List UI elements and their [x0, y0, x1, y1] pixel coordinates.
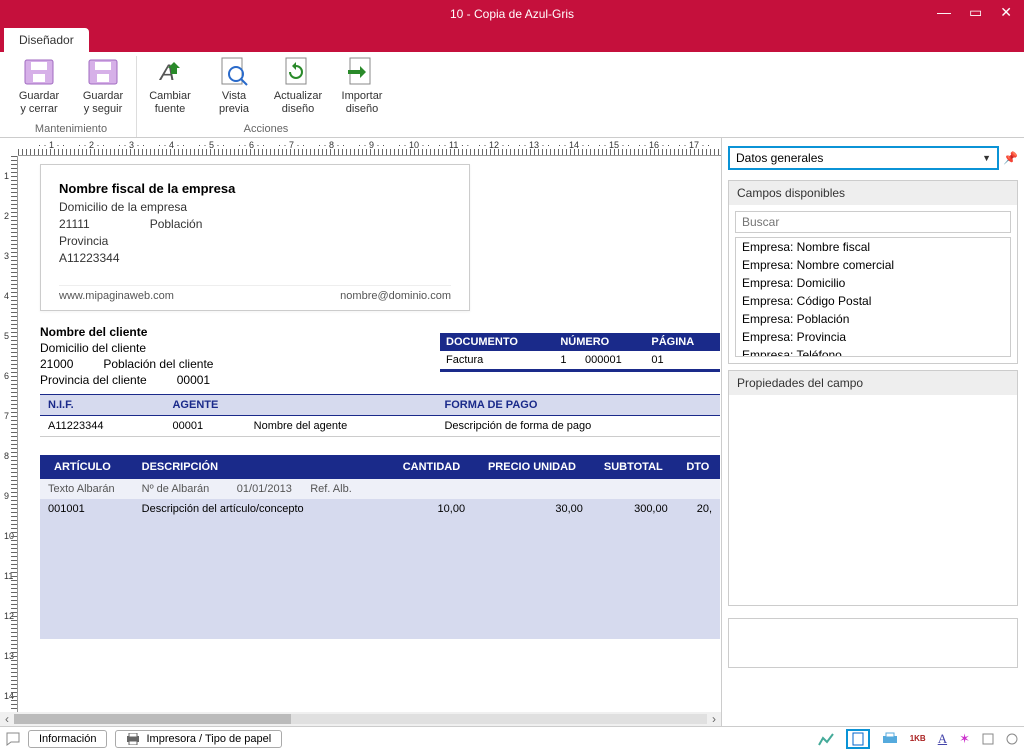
company-email: nombre@dominio.com: [340, 290, 451, 302]
company-address: Domicilio de la empresa: [59, 200, 451, 214]
refresh-doc-icon: [282, 56, 314, 88]
field-list[interactable]: Empresa: Nombre fiscalEmpresa: Nombre co…: [735, 237, 1011, 357]
magnifier-icon: [218, 56, 250, 88]
tab-strip: Diseñador: [0, 28, 1024, 52]
client-province: Provincia del cliente: [40, 373, 147, 387]
doc-corner-icon[interactable]: [6, 732, 20, 746]
change-font-button[interactable]: A Cambiar fuente: [143, 56, 197, 116]
properties-panel: Datos generales ▼ 📌 Campos disponibles E…: [722, 138, 1024, 726]
field-list-item[interactable]: Empresa: Provincia: [736, 328, 1010, 346]
close-icon[interactable]: ✕: [1000, 4, 1012, 21]
field-list-item[interactable]: Empresa: Nombre comercial: [736, 256, 1010, 274]
ribbon-group-maintenance: Guardar y cerrar Guardar y seguir Manten…: [6, 56, 137, 137]
ribbon-group-label: Mantenimiento: [35, 121, 107, 137]
chevron-down-icon: ▼: [982, 153, 991, 163]
field-list-item[interactable]: Empresa: Domicilio: [736, 274, 1010, 292]
available-fields-panel: Campos disponibles Empresa: Nombre fisca…: [728, 180, 1018, 364]
col-doc: DOCUMENTO: [440, 333, 554, 351]
properties-body[interactable]: [729, 395, 1017, 605]
import-design-button[interactable]: Importar diseño: [335, 56, 389, 116]
field-list-item[interactable]: Empresa: Nombre fiscal: [736, 238, 1010, 256]
client-city: Población del cliente: [103, 357, 213, 371]
save-close-button[interactable]: Guardar y cerrar: [12, 56, 66, 116]
tray-page-icon[interactable]: [846, 729, 870, 749]
company-taxid: A11223344: [59, 251, 451, 265]
items-table[interactable]: ARTÍCULO DESCRIPCIÓN CANTIDAD PRECIO UNI…: [40, 455, 720, 639]
nif-table[interactable]: N.I.F. AGENTE FORMA DE PAGO A11223344 00…: [40, 394, 720, 437]
printer-button[interactable]: Impresora / Tipo de papel: [115, 730, 282, 748]
tray-chart-icon[interactable]: [818, 732, 834, 746]
save-continue-icon: [87, 56, 119, 88]
table-row-meta: Texto Albarán Nº de Albarán 01/01/2013 R…: [40, 479, 720, 499]
scroll-right-icon[interactable]: ›: [707, 712, 721, 726]
import-doc-icon: [346, 56, 378, 88]
save-close-icon: [23, 56, 55, 88]
field-list-item[interactable]: Empresa: Teléfono: [736, 346, 1010, 357]
doc-header[interactable]: DOCUMENTO NÚMERO PÁGINA Factura 1 000001…: [440, 333, 720, 372]
ribbon: Guardar y cerrar Guardar y seguir Manten…: [0, 52, 1024, 138]
col-num: NÚMERO: [554, 333, 645, 351]
update-design-button[interactable]: Actualizar diseño: [271, 56, 325, 116]
company-web: www.mipaginaweb.com: [59, 290, 174, 302]
tray-star-icon[interactable]: ✶: [959, 731, 970, 747]
design-canvas[interactable]: · · 1 · ·· · 2 · ·· · 3 · ·· · 4 · ·· · …: [0, 138, 722, 726]
printer-icon: [126, 733, 140, 745]
company-province: Provincia: [59, 234, 451, 248]
ribbon-group-actions: A Cambiar fuente Vista previa Actualizar…: [137, 56, 395, 137]
maximize-icon[interactable]: ▭: [969, 4, 982, 21]
pin-icon[interactable]: 📌: [1003, 151, 1018, 165]
client-code: 00001: [177, 373, 210, 387]
company-city: Población: [150, 217, 203, 231]
minimize-icon[interactable]: —: [937, 4, 951, 21]
status-tray: 1KB A ✶: [818, 729, 1018, 749]
tray-print-icon[interactable]: [882, 732, 898, 746]
save-continue-button[interactable]: Guardar y seguir: [76, 56, 130, 116]
field-list-item[interactable]: Empresa: Código Postal: [736, 292, 1010, 310]
status-bar: Información Impresora / Tipo de papel 1K…: [0, 726, 1024, 750]
tray-square-icon[interactable]: [982, 733, 994, 745]
field-properties-panel: Propiedades del campo: [728, 370, 1018, 606]
ruler-horizontal: · · 1 · ·· · 2 · ·· · 3 · ·· · 4 · ·· · …: [18, 138, 721, 156]
tab-designer[interactable]: Diseñador: [4, 28, 89, 52]
tray-underline-icon[interactable]: A: [938, 731, 947, 747]
company-name: Nombre fiscal de la empresa: [59, 181, 451, 196]
tray-size-icon[interactable]: 1KB: [910, 734, 926, 743]
window-title: 10 - Copia de Azul-Gris: [450, 7, 574, 21]
report-page[interactable]: Nombre fiscal de la empresa Domicilio de…: [40, 164, 720, 639]
company-block[interactable]: Nombre fiscal de la empresa Domicilio de…: [40, 164, 470, 311]
horizontal-scrollbar[interactable]: ‹ ›: [0, 712, 721, 726]
client-postal: 21000: [40, 357, 73, 371]
table-row: 001001 Descripción del artículo/concepto…: [40, 499, 720, 519]
window-controls: — ▭ ✕: [925, 0, 1024, 25]
company-postal: 21111: [59, 217, 90, 231]
ribbon-group-label: Acciones: [244, 121, 289, 137]
data-group-dropdown[interactable]: Datos generales ▼: [728, 146, 999, 170]
ruler-vertical: 1234567891011121314: [0, 156, 18, 726]
field-list-item[interactable]: Empresa: Población: [736, 310, 1010, 328]
title-bar: 10 - Copia de Azul-Gris — ▭ ✕: [0, 0, 1024, 28]
preview-button[interactable]: Vista previa: [207, 56, 261, 116]
field-preview: [728, 618, 1018, 668]
col-page: PÁGINA: [645, 333, 720, 351]
font-icon: A: [154, 56, 186, 88]
tray-circle-icon[interactable]: [1006, 733, 1018, 745]
search-input[interactable]: [735, 211, 1011, 233]
main-area: · · 1 · ·· · 2 · ·· · 3 · ·· · 4 · ·· · …: [0, 138, 1024, 726]
scroll-left-icon[interactable]: ‹: [0, 712, 14, 726]
info-button[interactable]: Información: [28, 730, 107, 748]
table-row-empty: [40, 519, 720, 639]
